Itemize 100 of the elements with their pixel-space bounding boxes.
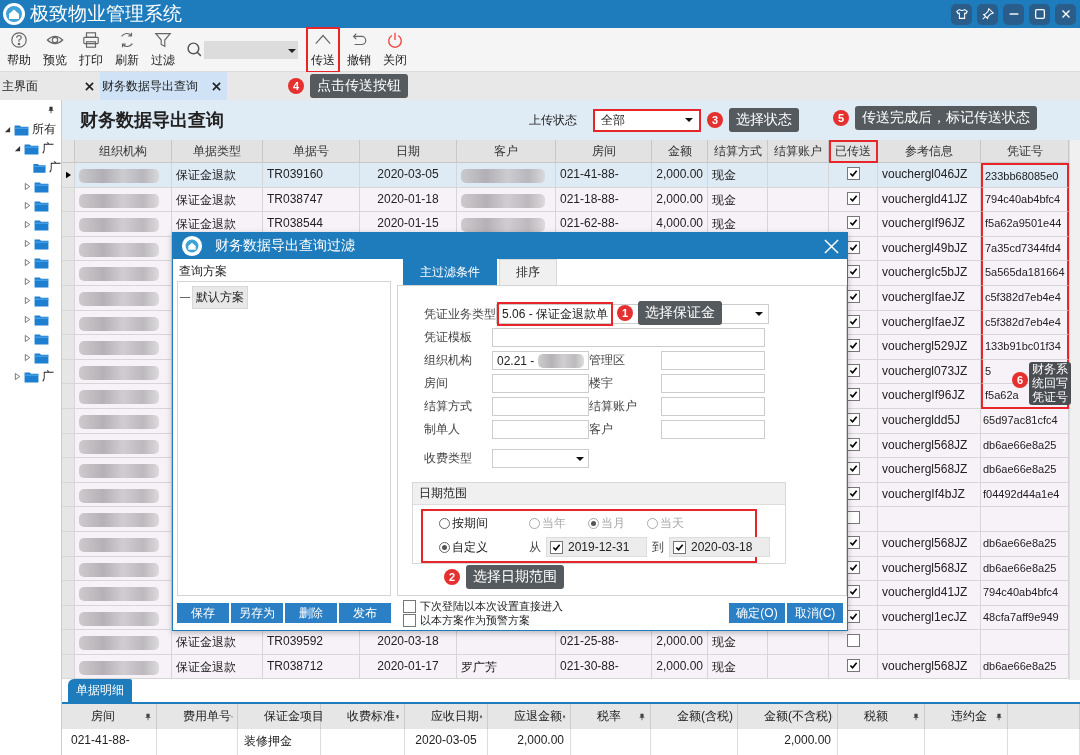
tab-label[interactable]: 主界面 bbox=[2, 77, 38, 95]
column-header[interactable]: 保证金项目 bbox=[238, 704, 321, 729]
collapsed-arrow-icon[interactable] bbox=[24, 354, 31, 361]
column-header[interactable]: 应收日期 bbox=[405, 704, 488, 729]
table-row[interactable]: 保证金退款 TR038712 2020-01-17 罗广芳 021-30-88- 2,000.00 现金 vouchergl568JZ db6ae66e8a25 bbox=[62, 654, 1069, 680]
toolbar-button[interactable]: 撤销 bbox=[342, 26, 376, 73]
column-header[interactable]: 税率 bbox=[571, 704, 651, 729]
scrollbar[interactable] bbox=[1069, 140, 1080, 680]
folder-icon[interactable] bbox=[34, 275, 49, 288]
input-field[interactable] bbox=[661, 397, 765, 416]
table-row[interactable]: 保证金退款 TR039160 2020-03-05 021-41-88- 2,000.00 现金 vouchergl046JZ 233bb68085e0 bbox=[62, 163, 1069, 188]
pin-icon[interactable] bbox=[47, 106, 55, 114]
collapsed-arrow-icon[interactable] bbox=[24, 259, 31, 266]
tree-item[interactable]: 广 bbox=[42, 140, 54, 157]
pin-icon[interactable] bbox=[912, 712, 920, 721]
expanded-arrow-icon[interactable] bbox=[4, 126, 11, 133]
status-dropdown[interactable]: 全部 bbox=[593, 108, 701, 132]
pin-button[interactable] bbox=[977, 3, 998, 25]
toolbar-button[interactable]: 帮助 bbox=[2, 26, 36, 73]
pin-icon[interactable] bbox=[144, 712, 152, 721]
search-field[interactable] bbox=[204, 40, 298, 59]
checkbox-label[interactable]: 以本方案作为预警方案 bbox=[420, 612, 530, 628]
table-row[interactable]: 保证金退款 TR039592 2020-03-18 021-25-88- 2,000.00 现金 bbox=[62, 630, 1069, 655]
column-header[interactable]: 费用单号 bbox=[157, 704, 238, 729]
checkbox[interactable] bbox=[403, 613, 416, 627]
column-header[interactable]: 房间 bbox=[65, 704, 157, 729]
date-field[interactable]: 2019-12-31 bbox=[546, 537, 647, 557]
radio-button[interactable]: 自定义 bbox=[439, 537, 529, 557]
column-header[interactable]: 金额(不含税) bbox=[738, 704, 838, 729]
skin-button[interactable] bbox=[951, 3, 972, 25]
checkbox[interactable] bbox=[846, 658, 860, 672]
date-field[interactable]: 2020-03-18 bbox=[669, 537, 770, 557]
checkbox-label[interactable]: 下次登陆以本次设置直接进入 bbox=[420, 598, 563, 614]
checkbox[interactable] bbox=[846, 216, 860, 230]
minimize-button[interactable] bbox=[1003, 3, 1024, 25]
pin-icon[interactable] bbox=[638, 712, 646, 721]
input-field[interactable] bbox=[661, 351, 765, 370]
expanded-arrow-icon[interactable] bbox=[14, 145, 21, 152]
close-button[interactable] bbox=[1055, 3, 1076, 25]
dialog-button[interactable]: 取消(C) bbox=[787, 603, 843, 623]
toolbar-button[interactable]: 预览 bbox=[38, 26, 72, 73]
dialog-button[interactable]: 删除 bbox=[285, 603, 337, 623]
dialog-button[interactable]: 另存为 bbox=[231, 603, 283, 623]
checkbox[interactable] bbox=[846, 191, 860, 205]
input-field[interactable]: 02.21 - bbox=[492, 351, 589, 370]
folder-icon[interactable] bbox=[24, 370, 39, 383]
dropdown-field[interactable] bbox=[492, 449, 589, 468]
tree-item[interactable]: 广 bbox=[42, 368, 54, 385]
input-field[interactable] bbox=[492, 374, 589, 393]
table-row[interactable]: 保证金退款 TR038747 2020-01-18 021-18-88- 2,000.00 现金 vouchergld41JZ 794c40ab4bfc4 bbox=[62, 187, 1069, 213]
folder-icon[interactable] bbox=[34, 180, 49, 193]
folder-icon[interactable] bbox=[34, 218, 49, 231]
collapsed-arrow-icon[interactable] bbox=[24, 335, 31, 342]
input-field[interactable] bbox=[492, 397, 589, 416]
pin-icon[interactable] bbox=[995, 712, 1003, 721]
collapsed-arrow-icon[interactable] bbox=[24, 183, 31, 190]
toolbar-button[interactable]: 打印 bbox=[74, 26, 108, 73]
folder-icon[interactable] bbox=[34, 332, 49, 345]
collapsed-arrow-icon[interactable] bbox=[24, 202, 31, 209]
dialog-button[interactable]: 保存 bbox=[177, 603, 229, 623]
tab[interactable]: 主界面 bbox=[0, 72, 100, 100]
column-header[interactable]: 收费标准 bbox=[321, 704, 405, 729]
collapsed-arrow-icon[interactable] bbox=[24, 278, 31, 285]
pin-icon[interactable] bbox=[395, 712, 400, 721]
column-header[interactable]: 税额 bbox=[838, 704, 925, 729]
folder-icon[interactable] bbox=[14, 123, 29, 136]
toolbar-button[interactable]: 过滤 bbox=[146, 26, 180, 73]
collapsed-arrow-icon[interactable] bbox=[24, 240, 31, 247]
folder-icon[interactable] bbox=[34, 351, 49, 364]
input-field[interactable] bbox=[661, 374, 765, 393]
checkbox[interactable] bbox=[846, 167, 860, 180]
column-header[interactable]: 已传送 bbox=[829, 140, 878, 163]
collapsed-arrow-icon[interactable] bbox=[24, 316, 31, 323]
toolbar-button[interactable]: 刷新 bbox=[110, 26, 144, 73]
input-field[interactable] bbox=[661, 420, 765, 439]
checkbox[interactable] bbox=[550, 540, 563, 554]
collapsed-arrow-icon[interactable] bbox=[24, 297, 31, 304]
tree-item[interactable]: 所有 bbox=[32, 121, 56, 138]
input-field[interactable] bbox=[492, 420, 589, 439]
collapsed-arrow-icon[interactable] bbox=[14, 373, 21, 380]
collapsed-arrow-icon[interactable] bbox=[24, 221, 31, 228]
dialog-button[interactable]: 发布 bbox=[339, 603, 391, 623]
tab[interactable]: 主过滤条件 bbox=[403, 259, 497, 285]
tab[interactable]: 单据明细 bbox=[68, 679, 132, 702]
checkbox[interactable] bbox=[846, 634, 860, 648]
toolbar-button[interactable]: 关闭 bbox=[378, 26, 412, 73]
folder-icon[interactable] bbox=[33, 161, 46, 174]
column-header[interactable]: 应退金额 bbox=[488, 704, 571, 729]
folder-icon[interactable] bbox=[34, 237, 49, 250]
tab[interactable]: 财务数据导出查询 bbox=[100, 72, 227, 100]
tab-label[interactable]: 财务数据导出查询 bbox=[102, 77, 198, 95]
scheme-item[interactable]: 默认方案 bbox=[192, 286, 248, 309]
folder-icon[interactable] bbox=[34, 256, 49, 269]
close-icon[interactable] bbox=[212, 81, 221, 91]
checkbox[interactable] bbox=[403, 599, 416, 613]
checkbox[interactable] bbox=[673, 540, 686, 554]
tab[interactable]: 排序 bbox=[499, 259, 557, 285]
folder-icon[interactable] bbox=[24, 142, 39, 155]
row-header[interactable] bbox=[62, 163, 75, 188]
folder-icon[interactable] bbox=[34, 313, 49, 326]
